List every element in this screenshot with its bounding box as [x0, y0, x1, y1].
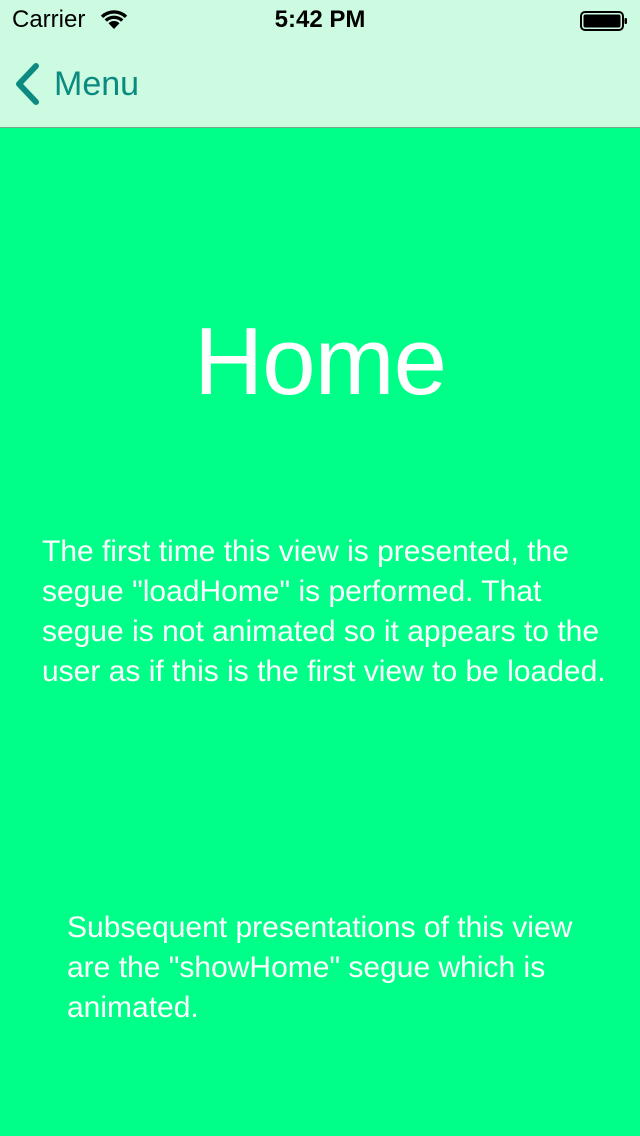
navigation-bar: Menu	[0, 40, 640, 128]
chevron-left-icon	[16, 63, 39, 105]
page-title: Home	[193, 308, 447, 416]
battery-icon	[580, 11, 627, 31]
back-button-label: Menu	[54, 65, 140, 103]
status-time: 5:42 PM	[274, 6, 366, 33]
back-button[interactable]: Menu	[14, 60, 139, 108]
description-text: The first time this view is presented, t…	[42, 535, 606, 688]
note-text: Subsequent presentations of this view ar…	[67, 911, 573, 1024]
top-bar: Carrier 5:42 PM Menu	[0, 0, 640, 128]
status-bar: Carrier 5:42 PM	[0, 0, 640, 40]
